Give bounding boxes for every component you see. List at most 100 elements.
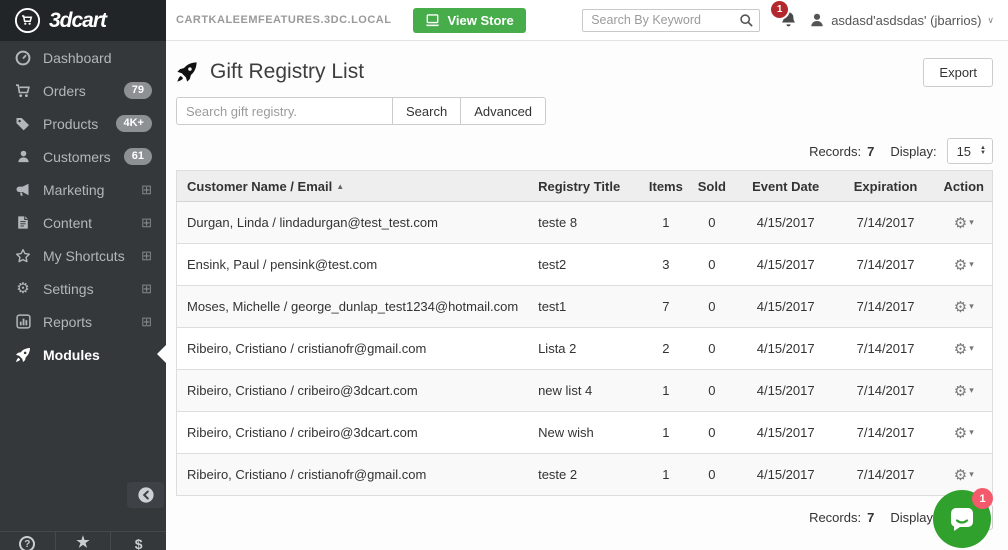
favorites-button[interactable]: ★ — [56, 532, 112, 550]
row-action-gear-button[interactable]: ⚙ ▾ — [954, 298, 974, 316]
gift-registry-table: Customer Name / Email▲ Registry Title It… — [176, 170, 993, 496]
records-label: Records: — [809, 144, 861, 159]
page-header: Gift Registry List Export — [176, 51, 993, 93]
expand-plus-icon[interactable]: ⊞ — [141, 182, 152, 198]
caret-down-icon: ▾ — [969, 259, 974, 270]
chat-launcher-button[interactable]: 1 — [933, 490, 991, 548]
billing-button[interactable]: $ — [111, 532, 166, 550]
sidebar-item-dashboard[interactable]: Dashboard — [0, 41, 166, 74]
items-cell: 2 — [644, 328, 688, 370]
table-row: Ribeiro, Cristiano / cristianofr@gmail.c… — [177, 454, 993, 496]
row-action-gear-button[interactable]: ⚙ ▾ — [954, 466, 974, 484]
sidebar-item-label: Marketing — [43, 182, 104, 198]
gear-icon: ⚙ — [954, 340, 967, 358]
view-store-button[interactable]: View Store — [413, 8, 525, 33]
registry-title-cell: New wish — [538, 412, 644, 454]
table-row: Ensink, Paul / pensink@test.com test2 3 … — [177, 244, 993, 286]
column-event-date[interactable]: Event Date — [736, 171, 836, 202]
star-icon: ★ — [76, 536, 89, 550]
row-action-gear-button[interactable]: ⚙ ▾ — [954, 256, 974, 274]
items-cell: 1 — [644, 454, 688, 496]
event-date-cell: 4/15/2017 — [736, 412, 836, 454]
column-registry-title[interactable]: Registry Title — [538, 171, 644, 202]
notifications-button[interactable]: 1 — [780, 11, 797, 29]
sold-cell: 0 — [688, 412, 736, 454]
row-action-gear-button[interactable]: ⚙ ▾ — [954, 424, 974, 442]
search-icon[interactable] — [739, 13, 754, 28]
sidebar-item-label: Content — [43, 215, 92, 231]
products-count-badge: 4K+ — [116, 115, 153, 131]
sold-cell: 0 — [688, 202, 736, 244]
sidebar-item-label: Dashboard — [43, 50, 112, 66]
column-items[interactable]: Items — [644, 171, 688, 202]
records-bar-top: Records: 7 Display: 15 ▲▼ — [176, 138, 993, 164]
expand-plus-icon[interactable]: ⊞ — [141, 314, 152, 330]
expand-plus-icon[interactable]: ⊞ — [141, 248, 152, 264]
sidebar-item-label: Customers — [43, 149, 111, 165]
records-count: 7 — [867, 144, 874, 159]
records-bar-bottom: Records: 7 Display: 15 ▲▼ — [176, 504, 993, 530]
column-action: Action — [936, 171, 993, 202]
registry-title-cell: new list 4 — [538, 370, 644, 412]
column-sold[interactable]: Sold — [688, 171, 736, 202]
customers-count-badge: 61 — [124, 148, 152, 164]
event-date-cell: 4/15/2017 — [736, 202, 836, 244]
sidebar-item-label: Reports — [43, 314, 92, 330]
registry-search-input[interactable] — [176, 97, 393, 125]
rocket-icon — [176, 61, 198, 83]
sidebar-item-settings[interactable]: ⚙ Settings ⊞ — [0, 272, 166, 305]
table-row: Moses, Michelle / george_dunlap_test1234… — [177, 286, 993, 328]
sidebar-footer: ? ★ $ — [0, 531, 166, 550]
sidebar-item-products[interactable]: Products 4K+ — [0, 107, 166, 140]
records-label: Records: — [809, 510, 861, 525]
sidebar-item-label: Orders — [43, 83, 86, 99]
sidebar-item-content[interactable]: Content ⊞ — [0, 206, 166, 239]
document-icon — [14, 215, 32, 230]
sidebar-collapse-button[interactable] — [127, 482, 164, 508]
table-row: Durgan, Linda / lindadurgan@test_test.co… — [177, 202, 993, 244]
app-logo[interactable]: 3dcart — [0, 0, 166, 41]
sidebar-item-label: Products — [43, 116, 98, 132]
expand-plus-icon[interactable]: ⊞ — [141, 281, 152, 297]
event-date-cell: 4/15/2017 — [736, 370, 836, 412]
expiration-cell: 7/14/2017 — [836, 370, 936, 412]
expiration-cell: 7/14/2017 — [836, 454, 936, 496]
items-cell: 1 — [644, 412, 688, 454]
search-button[interactable]: Search — [392, 97, 461, 125]
display-select[interactable]: 15 ▲▼ — [947, 138, 993, 164]
row-action-gear-button[interactable]: ⚙ ▾ — [954, 382, 974, 400]
caret-down-icon: ▾ — [969, 301, 974, 312]
customer-cell: Ensink, Paul / pensink@test.com — [177, 244, 539, 286]
sidebar-item-my-shortcuts[interactable]: My Shortcuts ⊞ — [0, 239, 166, 272]
advanced-button[interactable]: Advanced — [460, 97, 546, 125]
event-date-cell: 4/15/2017 — [736, 286, 836, 328]
cart-logo-icon — [14, 7, 41, 34]
rocket-icon — [14, 347, 32, 363]
expiration-cell: 7/14/2017 — [836, 202, 936, 244]
customer-cell: Durgan, Linda / lindadurgan@test_test.co… — [177, 202, 539, 244]
row-action-gear-button[interactable]: ⚙ ▾ — [954, 214, 974, 232]
sold-cell: 0 — [688, 244, 736, 286]
view-store-label: View Store — [447, 13, 513, 28]
keyword-search-input[interactable] — [582, 9, 760, 32]
bar-chart-icon — [14, 314, 32, 329]
registry-title-cell: teste 2 — [538, 454, 644, 496]
user-menu[interactable]: asdasd'asdsdas' (jbarrios) ∨ — [809, 12, 994, 28]
sidebar-item-marketing[interactable]: Marketing ⊞ — [0, 173, 166, 206]
row-action-gear-button[interactable]: ⚙ ▾ — [954, 340, 974, 358]
caret-down-icon: ▾ — [969, 469, 974, 480]
registry-title-cell: test2 — [538, 244, 644, 286]
expand-plus-icon[interactable]: ⊞ — [141, 215, 152, 231]
column-expiration[interactable]: Expiration — [836, 171, 936, 202]
megaphone-icon — [14, 182, 32, 198]
sidebar-item-orders[interactable]: Orders 79 — [0, 74, 166, 107]
customer-cell: Ribeiro, Cristiano / cribeiro@3dcart.com — [177, 370, 539, 412]
sidebar-item-customers[interactable]: Customers 61 — [0, 140, 166, 173]
export-button[interactable]: Export — [923, 58, 993, 87]
table-body: Durgan, Linda / lindadurgan@test_test.co… — [177, 202, 993, 496]
help-button[interactable]: ? — [0, 532, 56, 550]
column-customer[interactable]: Customer Name / Email▲ — [177, 171, 539, 202]
sidebar-item-reports[interactable]: Reports ⊞ — [0, 305, 166, 338]
sidebar-item-modules[interactable]: Modules — [0, 338, 166, 371]
caret-down-icon: ▾ — [969, 385, 974, 396]
